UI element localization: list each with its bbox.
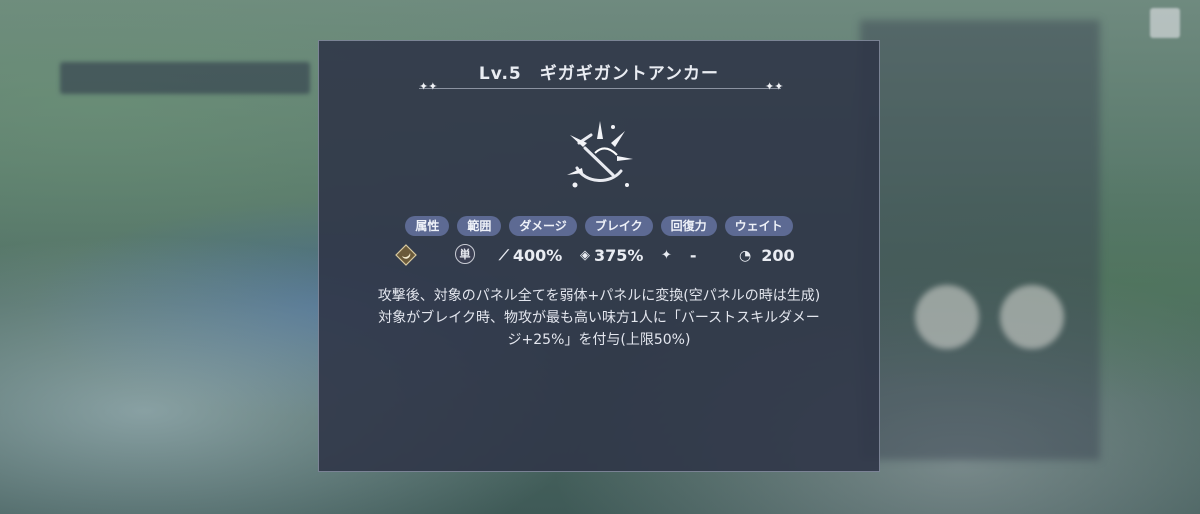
clock-icon: ◔ (739, 247, 752, 264)
wait-value: 200 (761, 246, 795, 265)
skill-title: Lv.5 ギガギガントアンカー (478, 64, 720, 84)
range-single-label: 単 (455, 244, 475, 264)
background-portrait-circle (915, 285, 979, 349)
background-bar (60, 62, 310, 94)
damage-value: 400% (512, 246, 563, 265)
title-divider (419, 88, 781, 89)
sparkle-heal-icon: ✦ (661, 248, 672, 263)
tag-wait: ウェイト (724, 216, 793, 236)
tag-heal: 回復力 (660, 216, 717, 236)
anchor-splash-icon (567, 121, 633, 188)
heal-value: - (689, 246, 697, 265)
crescent-moon-diamond-icon (395, 244, 417, 266)
range-stat: 単 (455, 244, 475, 264)
damage-stat: ⟋ 400% (499, 246, 562, 265)
description-line: ジ+25%」を付与(上限50%) (507, 332, 691, 348)
skill-description: 攻撃後、対象のパネル全てを弱体+パネルに変換(空パネルの時は生成) 対象がブレイ… (319, 285, 879, 351)
break-value: 375% (594, 246, 644, 265)
skill-detail-panel: Lv.5 ギガギガントアンカー ✦✦ ✦✦ 属性 範囲 ダメージ ブレイク 回復… (318, 40, 880, 472)
background-status-panel (860, 20, 1100, 460)
tag-break: ブレイク (584, 216, 653, 236)
sparkle-left-icon: ✦✦ (419, 80, 438, 93)
stat-values: 単 ⟋ 400% ◈ 375% ✦ - ◔ 200 (319, 244, 879, 270)
attribute-stat (395, 244, 417, 266)
stat-tags: 属性 範囲 ダメージ ブレイク 回復力 ウェイト (319, 216, 879, 236)
tag-range: 範囲 (457, 216, 502, 236)
background-close-button[interactable] (1150, 8, 1180, 38)
description-line: 対象がブレイク時、物攻が最も高い味方1人に「バーストスキルダメー (378, 310, 820, 326)
sword-icon: ⟋ (499, 247, 509, 264)
heal-stat: ✦ - (661, 246, 697, 265)
wait-stat: ◔ 200 (739, 246, 795, 265)
tag-damage: ダメージ (509, 216, 577, 236)
break-stat: ◈ 375% (580, 246, 643, 265)
shield-break-icon: ◈ (580, 248, 590, 263)
description-line: 攻撃後、対象のパネル全てを弱体+パネルに変換(空パネルの時は生成) (377, 288, 821, 304)
background-portrait-circle (1000, 285, 1064, 349)
tag-attribute: 属性 (405, 216, 450, 236)
sparkle-right-icon: ✦✦ (765, 80, 784, 93)
